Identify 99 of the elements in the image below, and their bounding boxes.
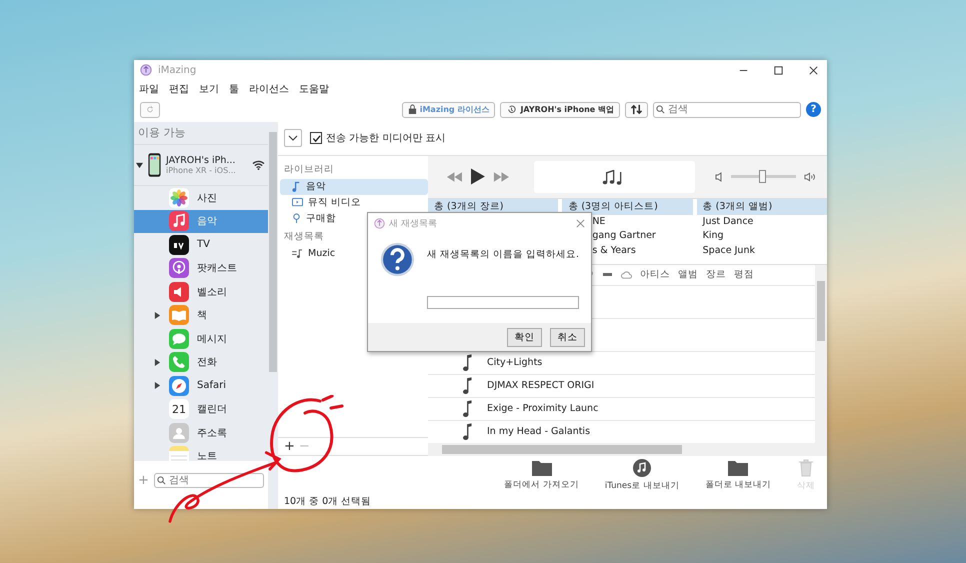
browser-header[interactable]: 총 (3개의 앨범) [696, 198, 827, 215]
column-header[interactable]: 장르 [706, 268, 726, 282]
column-header[interactable]: 앨범 [678, 268, 698, 282]
rewind-icon[interactable] [446, 172, 463, 182]
app-icon [169, 352, 189, 372]
checkbox[interactable]: 전송 가능한 미디어만 표시 [310, 131, 446, 146]
search-field[interactable]: 검색 [653, 102, 801, 118]
search-icon [656, 105, 665, 114]
sidebar-item[interactable]: Safari [134, 374, 268, 398]
sidebar-item[interactable]: TV [134, 233, 268, 256]
app-icon [169, 258, 189, 278]
app-logo-icon [140, 64, 152, 76]
browser-header[interactable]: 총 (3명의 아티스트) [562, 198, 693, 215]
backup-button[interactable]: JAYROH's iPhone 백업 [500, 102, 620, 118]
track-row[interactable]: Exige - Proximity Launc [428, 398, 815, 421]
window-title: iMazing [158, 64, 196, 76]
browser-item[interactable]: Just Dance [696, 214, 827, 230]
close-icon[interactable] [808, 64, 819, 76]
chevron-down-icon [288, 135, 298, 142]
app-icon [169, 328, 189, 349]
app-logo-icon [374, 218, 385, 228]
playlist-item[interactable]: Muzic [280, 246, 428, 262]
menu-item[interactable]: 보기 [199, 82, 219, 96]
wifi-icon [252, 160, 265, 170]
scrollbar[interactable] [815, 264, 827, 443]
refresh-icon [146, 104, 154, 115]
play-icon[interactable] [470, 168, 485, 186]
app-icon [169, 188, 189, 208]
folder-icon [728, 460, 748, 476]
app-icon [169, 422, 189, 443]
menu-item[interactable]: 툴 [229, 82, 239, 96]
menu-item[interactable]: 라이선스 [249, 82, 289, 96]
history-icon [506, 104, 518, 115]
sidebar-item[interactable]: 메시지 [134, 327, 268, 350]
expand-triangle-icon[interactable] [154, 312, 161, 319]
volume-low-icon [714, 172, 723, 182]
dropdown-button[interactable] [284, 129, 302, 148]
sidebar-item[interactable]: 주소록 [134, 421, 268, 444]
sidebar-item[interactable]: 벨소리 [134, 280, 268, 304]
sidebar-item[interactable]: 노트 [134, 444, 268, 461]
app-icon [169, 305, 189, 326]
app-icon [169, 446, 189, 461]
sidebar-item[interactable]: 책 [134, 304, 268, 327]
status-text: 10개 중 0개 선택됨 [283, 495, 372, 510]
scrollbar[interactable] [268, 122, 278, 509]
menu-item[interactable]: 도움말 [299, 82, 329, 96]
playlist-icon [292, 249, 303, 258]
device-name[interactable]: JAYROH's iPh... [166, 155, 247, 166]
action-button[interactable]: 폴더로 내보내기 [705, 460, 771, 491]
question-icon [380, 241, 415, 278]
menu-item[interactable]: 파일 [139, 82, 159, 96]
maximize-icon[interactable] [773, 64, 784, 76]
phone-icon [148, 151, 161, 179]
sidebar-item[interactable]: 21 캘린더 [134, 398, 268, 421]
trash-icon [799, 458, 813, 477]
section-header: 재생목록 [283, 230, 325, 244]
browser-item[interactable]: Space Junk [696, 244, 827, 258]
dialog-message: 새 재생목록의 이름을 입력하세요. [426, 248, 579, 261]
lock-icon [408, 104, 417, 115]
track-row[interactable]: DJMAX RESPECT ORIGI [428, 374, 815, 398]
action-button[interactable]: iTunes로 내보내기 [604, 458, 680, 492]
folder-icon [532, 460, 552, 476]
sidebar-item[interactable]: 전화 [134, 350, 268, 374]
library-item[interactable]: 음악 [280, 178, 428, 195]
dash-icon [602, 273, 613, 276]
app-icon [169, 282, 189, 302]
expand-triangle-icon[interactable] [154, 382, 161, 390]
transfer-button[interactable] [625, 102, 648, 118]
add-button[interactable]: + [284, 438, 295, 454]
library-item[interactable]: 뮤직 비디오 [280, 194, 428, 211]
checkmark-icon [312, 134, 320, 143]
input-field[interactable] [426, 296, 579, 309]
video-icon [292, 198, 303, 208]
sidebar-item[interactable]: 팟캐스트 [134, 256, 268, 280]
cloud-icon [621, 270, 632, 279]
calendar-day: 21 [172, 402, 186, 416]
transfer-arrows-icon [630, 104, 643, 115]
fast-forward-icon[interactable] [492, 172, 510, 182]
help-button[interactable]: ? [806, 102, 821, 117]
dialog-button[interactable]: 취소 [550, 328, 585, 346]
volume-high-icon [804, 172, 818, 182]
column-header[interactable]: 평점 [734, 268, 754, 282]
search-field[interactable]: 검색 [154, 472, 264, 488]
section-header: 라이브러리 [283, 162, 335, 177]
expand-triangle-icon[interactable] [154, 358, 161, 366]
app-icon [169, 211, 189, 232]
device-subtitle: iPhone XR - iOS... [166, 166, 237, 175]
app-icon [169, 376, 189, 396]
menu-item[interactable]: 편집 [169, 82, 189, 96]
dialog-button[interactable]: 확인 [507, 328, 542, 346]
search-icon [156, 476, 166, 484]
slider-thumb[interactable] [759, 170, 766, 184]
dialog-title: 새 재생목록 [389, 218, 437, 230]
column-header[interactable]: 아티스 [640, 268, 670, 282]
action-button[interactable]: 폴더에서 가져오기 [504, 460, 579, 491]
sidebar-item[interactable]: 사진 [134, 186, 268, 210]
expand-triangle-icon[interactable] [136, 162, 143, 168]
app-icon [169, 234, 189, 255]
browser-item[interactable]: King [696, 229, 827, 244]
